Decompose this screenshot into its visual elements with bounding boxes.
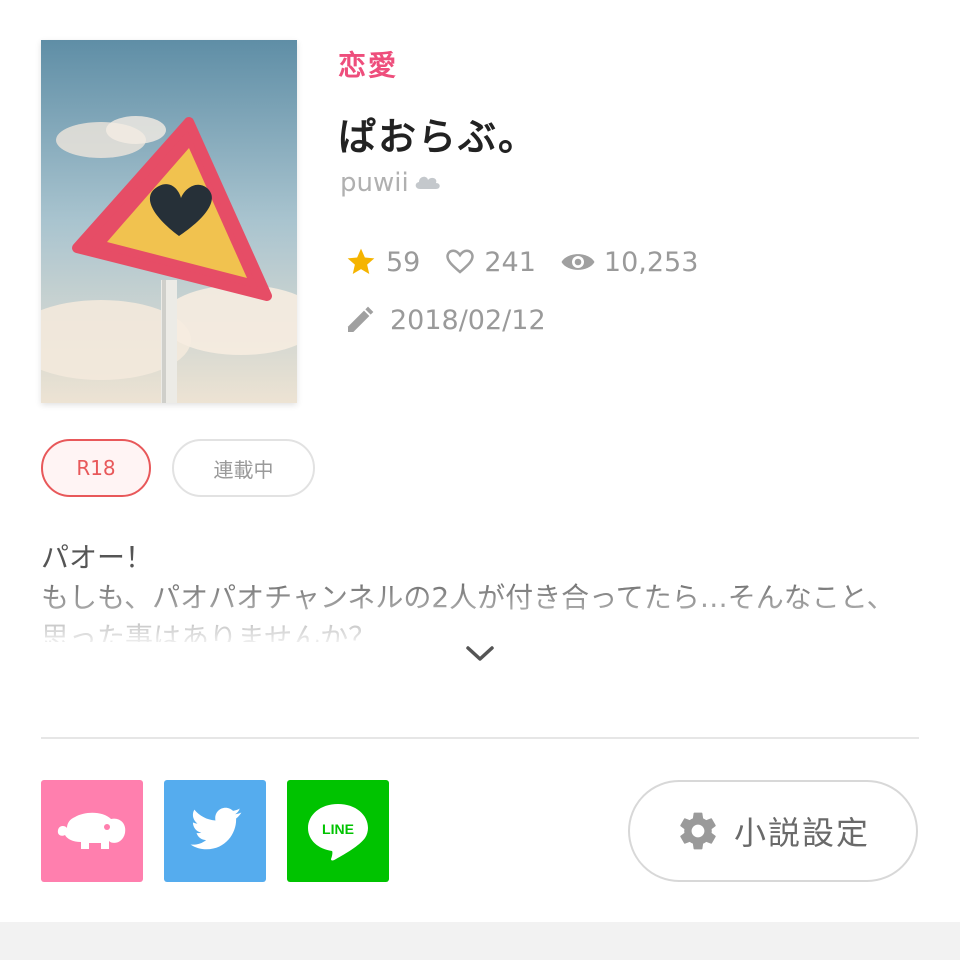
author-link[interactable]: puwii	[340, 168, 441, 198]
gear-icon	[680, 812, 716, 850]
line-logo-text: LINE	[322, 821, 354, 837]
description: パオー！ もしも、パオパオチャンネルの2人が付き合ってたら…そんなこと、思った事…	[41, 538, 921, 642]
share-estar-button[interactable]	[41, 780, 143, 882]
status-tag[interactable]: 連載中	[172, 439, 315, 497]
updated-value: 2018/02/12	[390, 304, 546, 336]
updated-date: 2018/02/12	[344, 304, 546, 336]
like-value: 241	[484, 246, 536, 278]
novel-title: ぱおらぶ。	[338, 115, 539, 159]
elephant-icon	[57, 812, 126, 849]
twitter-bird-icon	[190, 807, 242, 850]
author-name: puwii	[340, 168, 409, 198]
novel-settings-button[interactable]: 小説設定	[628, 780, 918, 882]
chevron-down-icon	[466, 646, 494, 661]
cloud-icon	[413, 168, 441, 198]
expand-description-button[interactable]	[462, 640, 498, 668]
eye-icon	[561, 254, 595, 270]
share-line-button[interactable]: LINE	[287, 780, 389, 882]
view-count: 10,253	[560, 247, 698, 278]
bottom-band	[0, 922, 960, 960]
description-line-1: パオー！	[41, 541, 154, 574]
share-twitter-button[interactable]	[164, 780, 266, 882]
genre-label[interactable]: 恋愛	[338, 44, 398, 84]
heart-icon	[446, 249, 475, 274]
star-count: 59	[344, 246, 420, 278]
description-line-2: もしも、パオパオチャンネルの2人が付き合ってたら…そんなこと、思った事はありませ…	[41, 581, 895, 642]
view-value: 10,253	[603, 246, 699, 278]
star-value: 59	[386, 246, 421, 278]
cover-image[interactable]	[41, 40, 297, 403]
pencil-icon	[348, 306, 374, 332]
like-count: 241	[444, 247, 536, 278]
divider	[41, 737, 919, 739]
stats-row: 59 241 10,253	[344, 246, 722, 278]
line-logo-icon: LINE	[308, 804, 368, 861]
star-icon	[347, 248, 375, 274]
r18-tag[interactable]: R18	[41, 439, 151, 497]
novel-settings-label: 小説設定	[733, 814, 870, 852]
